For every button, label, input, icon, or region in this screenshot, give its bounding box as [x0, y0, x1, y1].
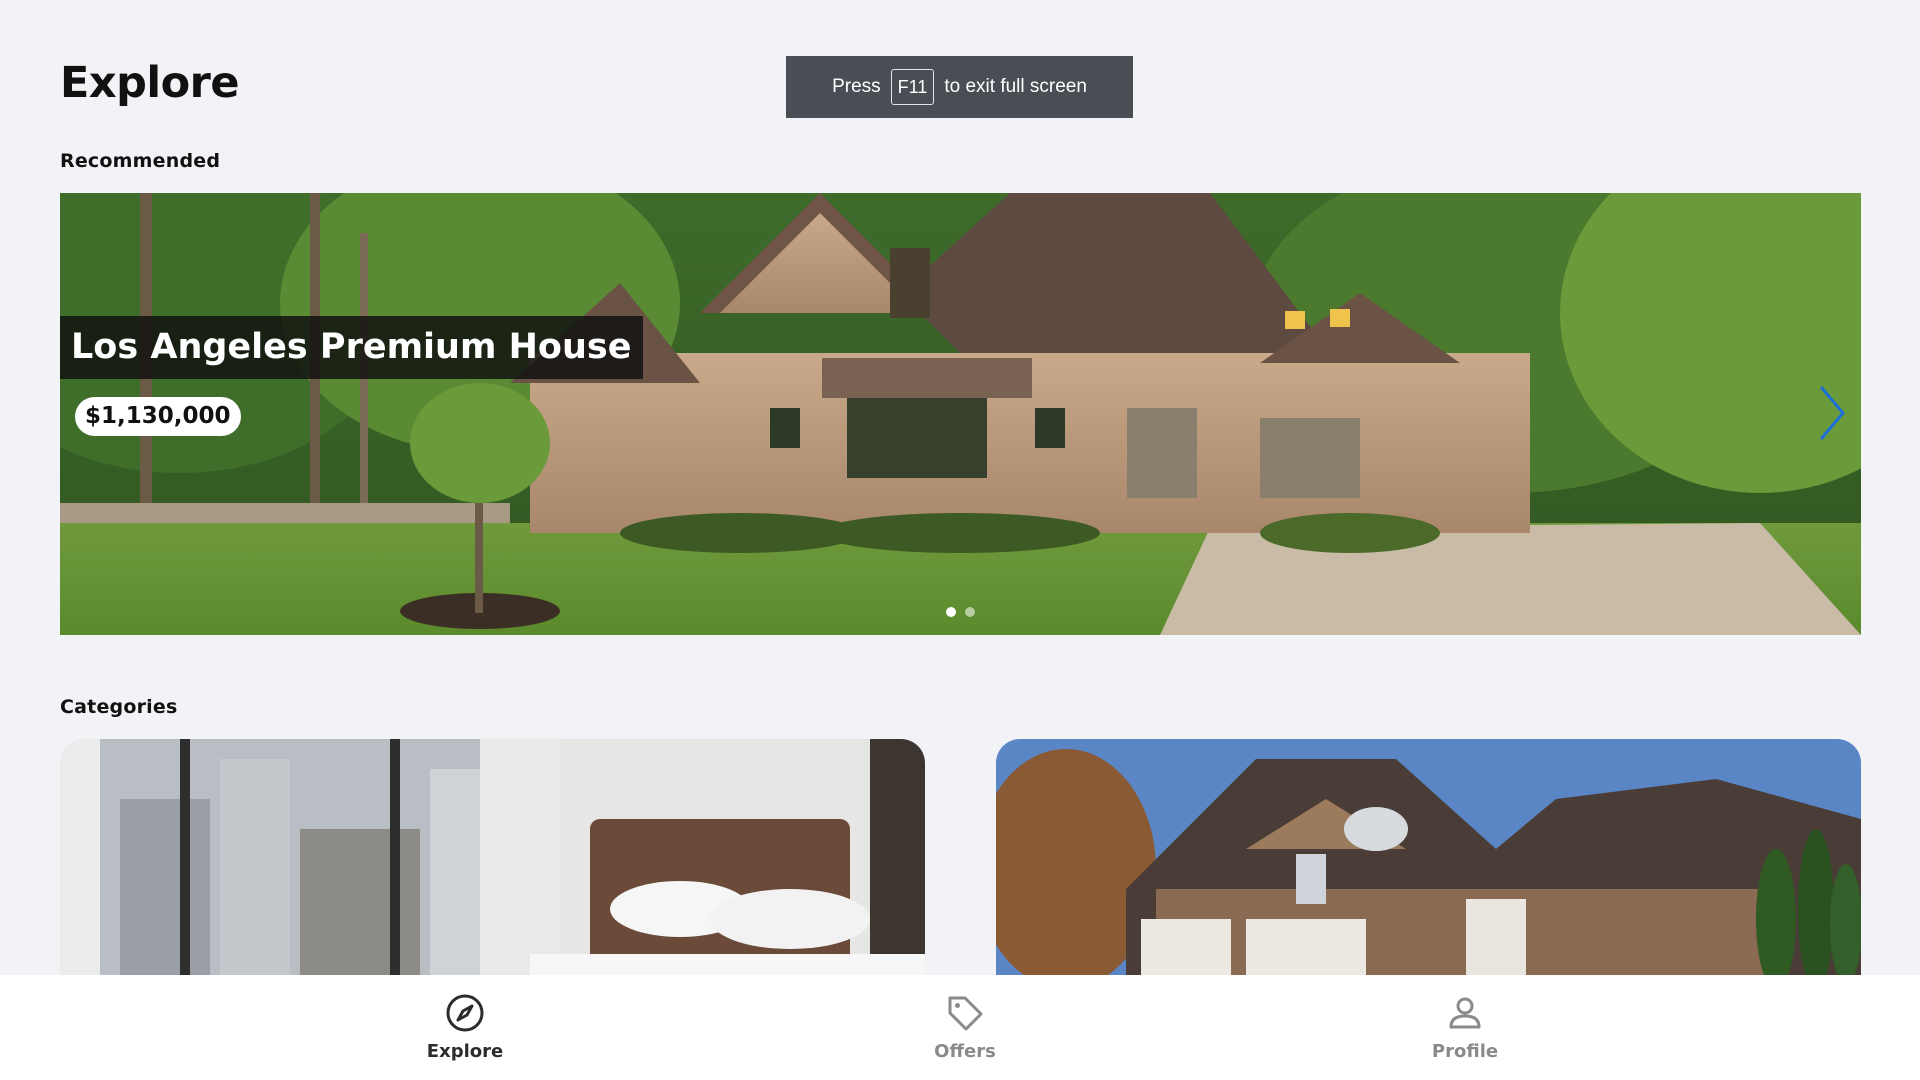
category-card-house[interactable]: [996, 739, 1861, 975]
pagination-dot[interactable]: [965, 607, 975, 617]
slide-title: Los Angeles Premium House: [60, 316, 644, 379]
nav-label-profile: Profile: [1431, 1041, 1499, 1062]
user-icon: [1449, 997, 1481, 1029]
compass-icon: [446, 994, 484, 1032]
tag-icon: [948, 996, 983, 1031]
nav-item-offers[interactable]: Offers: [855, 975, 1075, 1080]
categories-heading: Categories: [60, 696, 178, 718]
toast-suffix: to exit full screen: [944, 76, 1087, 97]
price-badge: $1,130,000: [75, 397, 241, 436]
bottom-nav: Explore Offers Profile: [0, 975, 1920, 1080]
chevron-right-icon: [1819, 386, 1845, 440]
hotel-bedroom-photo: [60, 739, 925, 975]
nav-item-profile[interactable]: Profile: [1355, 975, 1575, 1080]
nav-label-offers: Offers: [934, 1041, 996, 1062]
nav-label-explore: Explore: [426, 1041, 504, 1062]
nav-item-explore[interactable]: Explore: [355, 975, 575, 1080]
recommended-heading: Recommended: [60, 150, 221, 172]
toast-prefix: Press: [832, 76, 881, 97]
carousel-pagination: [946, 607, 975, 617]
category-card-hotel[interactable]: [60, 739, 925, 975]
page-title: Explore: [60, 58, 240, 108]
pagination-dot-active[interactable]: [946, 607, 956, 617]
f11-key: F11: [890, 69, 935, 105]
fullscreen-toast: Press F11 to exit full screen: [786, 56, 1133, 118]
recommended-carousel[interactable]: Los Angeles Premium House $1,130,000: [60, 193, 1861, 635]
carousel-next-button[interactable]: [1815, 383, 1849, 443]
suburban-house-photo: [996, 739, 1861, 975]
house-photo: [60, 193, 1861, 635]
